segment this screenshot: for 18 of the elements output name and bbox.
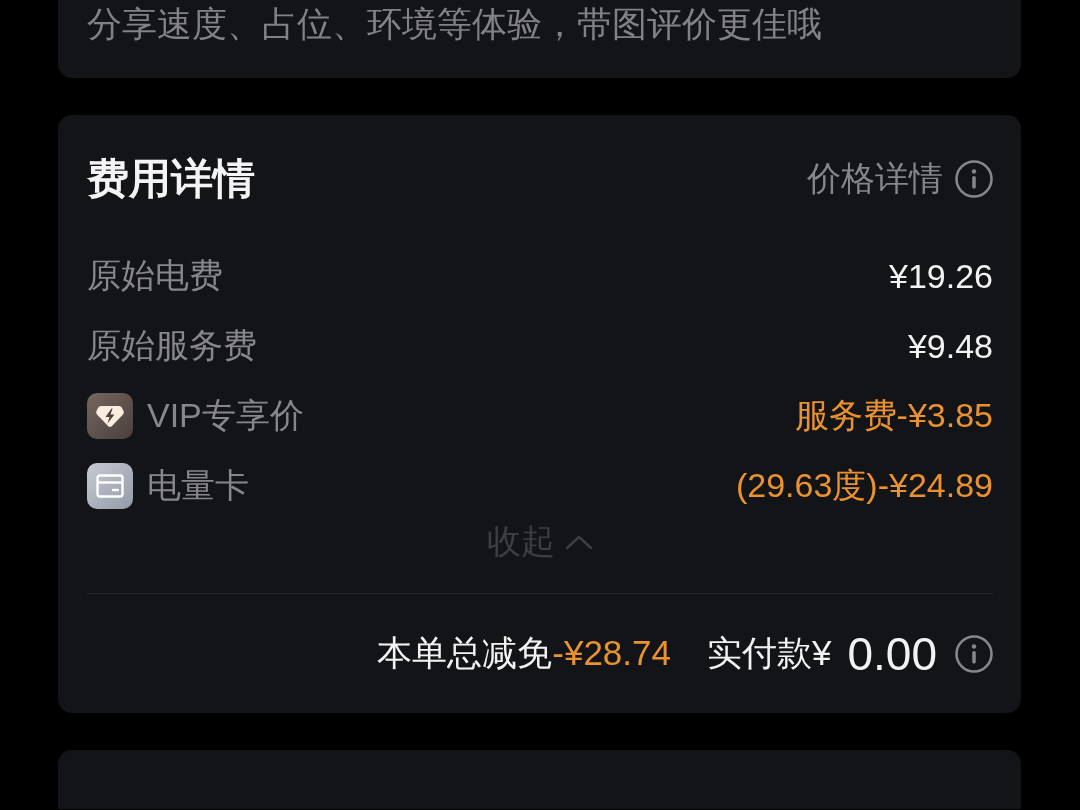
fee-label: VIP专享价 [147,395,304,436]
lightning-badge-icon [87,393,133,439]
fee-value: ¥19.26 [889,256,993,296]
paid-label: 实付款¥ [707,632,832,674]
paid-amount: 0.00 [847,626,937,681]
fee-label: 电量卡 [147,465,249,506]
review-hint: 分享速度、占位、环境等体验，带图评价更佳哦 [87,3,823,45]
info-icon [955,160,993,198]
fee-value: ¥9.48 [907,326,993,366]
total-discount: 本单总减免-¥28.74 [377,632,671,674]
fee-label: 原始服务费 [87,325,257,366]
card-title: 费用详情 [87,155,255,203]
fee-value: (29.63度)-¥24.89 [735,465,993,506]
fee-label: 原始电费 [87,255,223,296]
info-icon[interactable] [955,634,993,673]
price-details-link[interactable]: 价格详情 [807,156,993,202]
fee-value: 服务费-¥3.85 [794,395,993,436]
card-icon [87,463,133,509]
